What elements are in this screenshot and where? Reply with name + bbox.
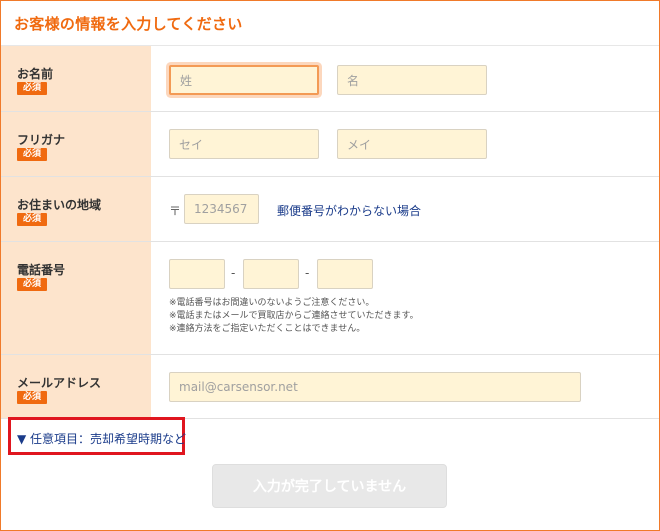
name-label-cell: お名前 必須 (1, 46, 151, 111)
postal-code-unknown-link[interactable]: 郵便番号がわからない場合 (277, 202, 421, 219)
last-name-kana-input[interactable]: セイ (169, 129, 319, 159)
required-badge: 必須 (17, 148, 48, 161)
name-label: お名前 (17, 67, 54, 81)
required-badge: 必須 (17, 82, 48, 95)
phone-area-input[interactable] (169, 259, 225, 289)
phone-note: ※電話またはメールで買取店からご連絡させていただきます。 (169, 311, 419, 321)
first-name-placeholder: 名 (347, 73, 360, 88)
phone-label: 電話番号 (17, 263, 66, 277)
last-name-input[interactable]: 姓 (169, 65, 319, 95)
phone-note: ※連絡方法をご指定いただくことはできません。 (169, 324, 366, 334)
name-row: お名前 必須 姓 名 (1, 46, 659, 112)
phone-middle-input[interactable] (243, 259, 299, 289)
furigana-row: フリガナ 必須 セイ メイ (1, 112, 659, 177)
address-label-cell: お住まいの地域 必須 (1, 177, 151, 241)
required-badge: 必須 (17, 278, 48, 291)
first-name-kana-placeholder: メイ (347, 137, 372, 152)
phone-separator: - (305, 266, 310, 280)
postal-code-placeholder: 1234567 (194, 202, 248, 216)
address-row: お住まいの地域 必須 〒 1234567 郵便番号がわからない場合 (1, 177, 659, 242)
phone-separator: - (231, 266, 236, 280)
phone-label-cell: 電話番号 必須 (1, 242, 151, 354)
phone-last-input[interactable] (317, 259, 373, 289)
phone-row: 電話番号 必須 - - ※電話番号はお間違いのないようご注意ください。 ※電話ま… (1, 242, 659, 355)
furigana-label: フリガナ (17, 133, 66, 147)
first-name-input[interactable]: 名 (337, 65, 487, 95)
optional-items-toggle[interactable]: ▼ 任意項目：売却希望時期など (17, 430, 186, 447)
email-placeholder: mail@carsensor.net (179, 380, 298, 394)
required-badge: 必須 (17, 213, 48, 226)
form-title: お客様の情報を入力してください (14, 15, 243, 33)
email-row: メールアドレス 必須 mail@carsensor.net (1, 355, 659, 419)
furigana-label-cell: フリガナ 必須 (1, 112, 151, 176)
last-name-kana-placeholder: セイ (179, 137, 204, 152)
postal-mark: 〒 (169, 204, 182, 218)
last-name-placeholder: 姓 (180, 73, 193, 88)
address-label: お住まいの地域 (17, 198, 102, 212)
email-label-cell: メールアドレス 必須 (1, 355, 151, 418)
required-badge: 必須 (17, 391, 48, 404)
postal-code-input[interactable]: 1234567 (184, 194, 259, 224)
phone-note: ※電話番号はお間違いのないようご注意ください。 (169, 298, 375, 308)
email-label: メールアドレス (17, 376, 102, 390)
customer-info-form: お客様の情報を入力してください お名前 必須 姓 名 フリガナ 必須 セイ メイ… (0, 0, 660, 531)
email-input[interactable]: mail@carsensor.net (169, 372, 581, 402)
submit-button[interactable]: 入力が完了していません (212, 464, 447, 508)
first-name-kana-input[interactable]: メイ (337, 129, 487, 159)
